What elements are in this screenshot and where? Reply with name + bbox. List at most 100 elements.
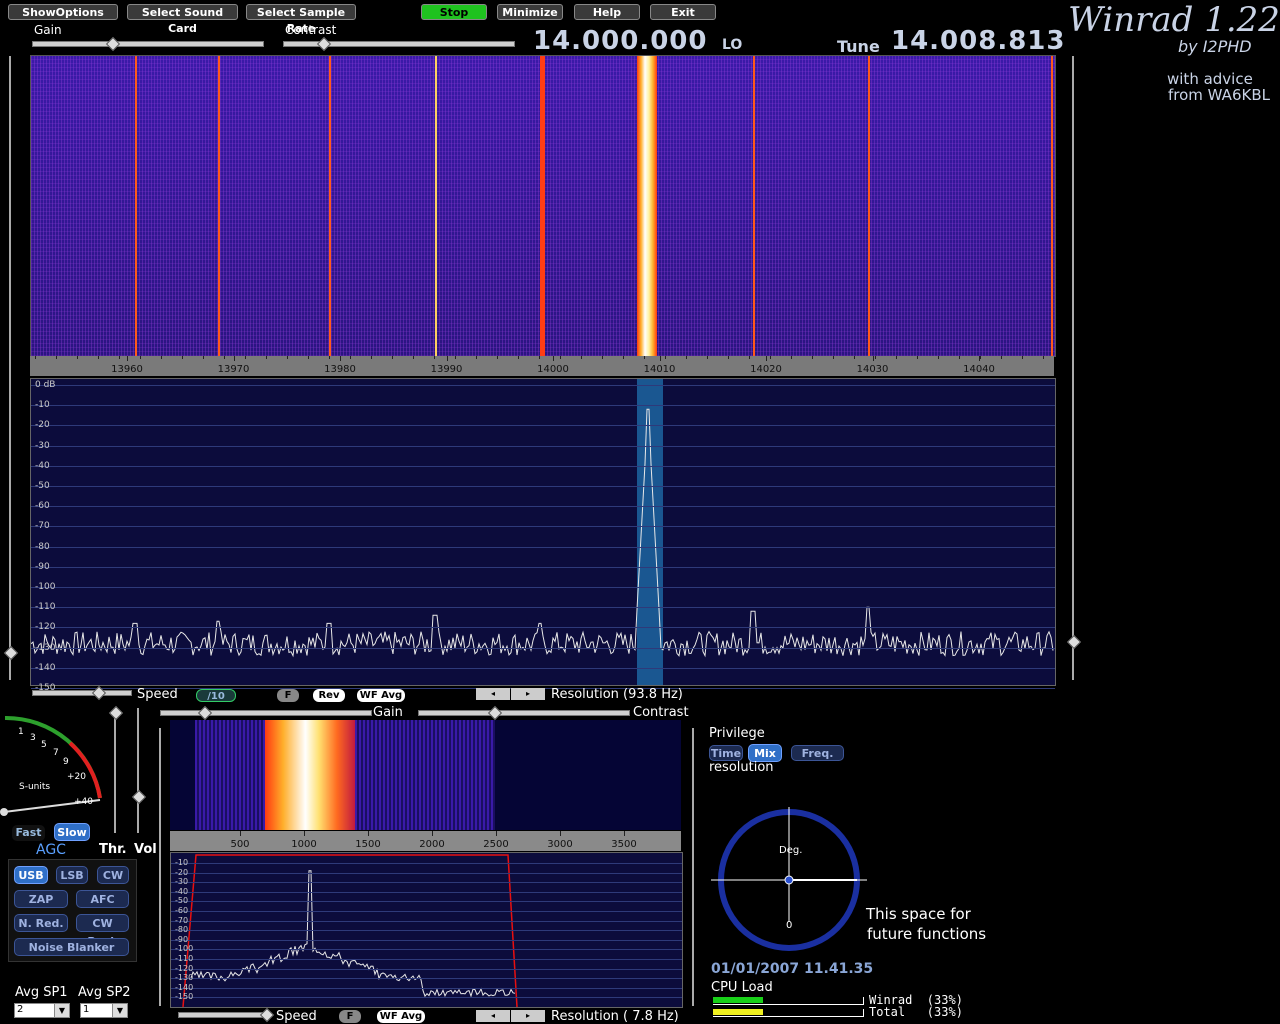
rev-button[interactable]: Rev	[313, 689, 345, 702]
agc-fast-button[interactable]: Fast	[12, 825, 45, 841]
audio-gridline	[171, 901, 682, 903]
future-line1: This space for	[866, 905, 971, 923]
tune-frequency[interactable]: 14.008.813	[891, 26, 1065, 56]
audio-contrast-slider[interactable]	[418, 710, 630, 716]
axis-minor-tick	[875, 356, 876, 359]
cw-peak-button[interactable]: CW Peak	[76, 914, 129, 948]
audio-db-label: -40	[175, 886, 189, 896]
axis-minor-tick	[833, 356, 834, 359]
main-left-slider[interactable]	[9, 56, 11, 680]
spectrum-gridline	[31, 526, 1055, 528]
minimize-button[interactable]: Minimize	[497, 4, 563, 20]
threshold-slider[interactable]	[114, 708, 116, 833]
advice-line2: from WA6KBL	[1168, 86, 1270, 104]
main-gain-knob[interactable]	[105, 36, 121, 52]
volume-knob[interactable]	[131, 789, 147, 805]
exit-button[interactable]: Exit	[650, 4, 716, 20]
main-res-right-arrow[interactable]: ▸	[511, 688, 545, 700]
wf-signal-line	[435, 56, 437, 356]
axis-minor-tick	[140, 356, 141, 359]
stop-button[interactable]: Stop	[421, 4, 487, 20]
div10-button[interactable]: /10	[196, 689, 236, 702]
threshold-knob[interactable]	[108, 705, 124, 721]
spectrum-gridline	[31, 546, 1055, 548]
audio-axis-tick	[368, 831, 369, 836]
audio-contrast-knob[interactable]	[487, 705, 503, 721]
lo-frequency[interactable]: 14.000.000	[533, 26, 707, 56]
volume-slider[interactable]	[137, 708, 139, 833]
avg-sp2-select[interactable]: 1 ▼	[80, 1003, 128, 1018]
audio-gridline	[171, 863, 682, 864]
audio-waterfall-band	[265, 720, 355, 830]
usb-button[interactable]: USB	[14, 866, 48, 884]
axis-minor-tick	[707, 356, 708, 359]
select-sound-card-button[interactable]: Select Sound Card	[127, 4, 238, 35]
main-right-knob[interactable]	[1066, 634, 1082, 650]
dial-zero-label: 0	[786, 920, 793, 931]
axis-tick	[340, 356, 341, 361]
speed-slider[interactable]	[32, 690, 132, 696]
phase-dial[interactable]	[709, 802, 869, 962]
audio-f-button[interactable]: F	[339, 1010, 361, 1023]
audio-gridline	[171, 949, 682, 951]
main-spectrum[interactable]: 0 dB -10 -20 -30 -40 -50 -60 -70 -80 -90 -100 -110 -…	[30, 378, 1056, 693]
help-button[interactable]: Help	[574, 4, 640, 20]
audio-right-slider[interactable]	[692, 728, 694, 1006]
audio-gain-knob[interactable]	[197, 705, 213, 721]
select-sample-rate-button[interactable]: Select Sample Rate	[246, 4, 356, 35]
audio-gridline	[171, 891, 682, 893]
audio-res-left-arrow[interactable]: ◂	[476, 1010, 510, 1022]
afc-button[interactable]: AFC	[76, 890, 129, 908]
wf-signal-line	[540, 56, 545, 356]
audio-left-slider[interactable]	[159, 728, 161, 1006]
axis-minor-tick	[119, 356, 120, 359]
axis-tick-label: 14010	[643, 364, 676, 375]
lsb-button[interactable]: LSB	[56, 866, 88, 884]
main-wfavg-button[interactable]: WF Avg	[357, 689, 405, 702]
axis-minor-tick	[476, 356, 477, 359]
noise-reduction-button[interactable]: N. Red.	[14, 914, 68, 932]
lo-label: LO	[722, 37, 743, 53]
spectrum-gridline	[31, 667, 1055, 669]
chevron-down-icon: ▼	[54, 1004, 69, 1017]
main-gain-slider[interactable]	[32, 41, 264, 47]
audio-gain-slider[interactable]	[160, 710, 372, 716]
cpu-winrad-track	[713, 997, 864, 1005]
axis-minor-tick	[1001, 356, 1002, 359]
audio-waterfall[interactable]	[170, 720, 681, 830]
audio-db-label: -20	[175, 867, 189, 877]
main-right-slider[interactable]	[1072, 56, 1074, 680]
resolution-label: resolution	[709, 760, 774, 775]
db-label: -10	[35, 400, 50, 411]
audio-speed-knob[interactable]	[259, 1007, 275, 1023]
zap-button[interactable]: ZAP	[14, 890, 68, 908]
dial-deg-label: Deg.	[779, 845, 803, 856]
spectrum-gridline	[31, 607, 1055, 609]
noise-blanker-button[interactable]: Noise Blanker	[14, 938, 129, 956]
main-contrast-knob[interactable]	[316, 36, 332, 52]
axis-minor-tick	[329, 356, 330, 359]
audio-wfavg-button[interactable]: WF Avg	[377, 1010, 425, 1023]
cw-button[interactable]: CW	[97, 866, 129, 884]
avg-sp1-select[interactable]: 2 ▼	[14, 1003, 70, 1018]
main-f-button[interactable]: F	[277, 689, 299, 702]
show-options-button[interactable]: ShowOptions	[8, 4, 118, 20]
spectrum-gridline	[31, 465, 1055, 467]
main-left-knob[interactable]	[3, 645, 19, 661]
axis-minor-tick	[539, 356, 540, 359]
s-scale-7: 7	[53, 748, 59, 758]
main-res-left-arrow[interactable]: ◂	[476, 688, 510, 700]
db-label: -80	[35, 541, 50, 552]
audio-db-label: -60	[175, 906, 189, 915]
agc-slow-button[interactable]: Slow	[54, 823, 90, 841]
main-waterfall[interactable]	[30, 55, 1056, 357]
speed-label: Speed	[137, 687, 178, 702]
audio-axis-tick-label: 2500	[483, 839, 509, 850]
audio-speed-slider[interactable]	[178, 1012, 268, 1018]
audio-res-right-arrow[interactable]: ▸	[511, 1010, 545, 1022]
wf-signal-line	[329, 56, 331, 356]
privilege-time-button[interactable]: Time	[709, 745, 743, 761]
audio-spectrum[interactable]: -10 -20 -30 -40 -50 -60 -70 -80 -90 -100 -110 -120-…	[170, 852, 683, 1008]
privilege-freq-button[interactable]: Freq.	[791, 745, 844, 761]
db-label: -70	[35, 521, 50, 532]
